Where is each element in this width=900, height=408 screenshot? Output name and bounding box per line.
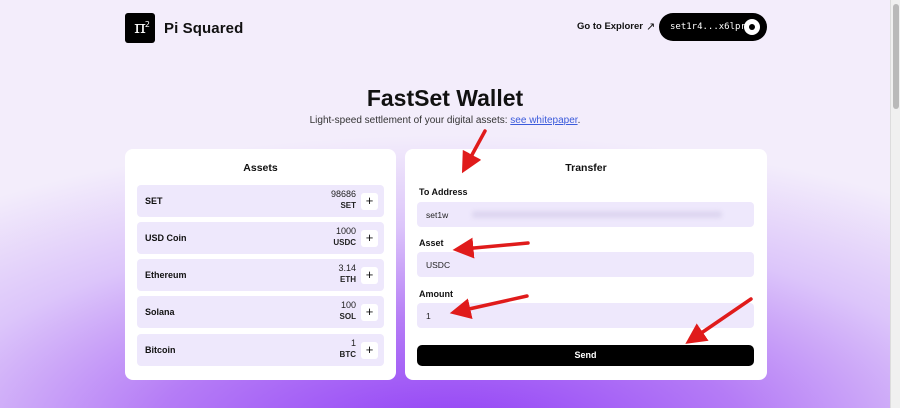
asset-symbol: SOL — [339, 312, 356, 321]
asset-amount-value: 3.14 — [338, 263, 356, 273]
amount-label: Amount — [419, 289, 453, 299]
assets-title: Assets — [243, 162, 278, 174]
asset-row-usdc[interactable]: USD Coin 1000 USDC + — [137, 222, 384, 254]
asset-row-set[interactable]: SET 98686 SET + — [137, 185, 384, 217]
scrollbar-thumb[interactable] — [893, 4, 899, 109]
asset-name: SET — [145, 196, 163, 206]
asset-amount-value: 1 — [350, 338, 356, 348]
to-address-value: set1w — [426, 210, 449, 220]
add-asset-button[interactable]: + — [361, 193, 378, 210]
amount-field[interactable]: 1 — [417, 303, 754, 328]
subtitle-end: . — [577, 115, 581, 126]
page-title: FastSet Wallet — [366, 85, 524, 111]
asset-symbol: USDC — [333, 238, 356, 247]
explorer-link[interactable]: Go to Explorer ↗ — [577, 20, 655, 33]
asset-amount: 1 BTC — [340, 338, 356, 360]
add-asset-button[interactable]: + — [361, 267, 378, 284]
subtitle-text: Light-speed settlement of your digital a… — [309, 115, 511, 126]
asset-symbol: SET — [340, 201, 356, 210]
logo[interactable]: π2 Pi Squared — [125, 13, 243, 43]
add-asset-button[interactable]: + — [361, 230, 378, 247]
to-address-field[interactable]: set1w — [417, 202, 754, 227]
asset-amount: 1000 USDC — [333, 226, 356, 248]
arrow-up-right-icon: ↗ — [645, 21, 656, 33]
add-asset-button[interactable]: + — [361, 342, 378, 359]
asset-name: USD Coin — [145, 233, 187, 243]
asset-amount: 3.14 ETH — [338, 263, 356, 285]
asset-symbol: ETH — [340, 275, 356, 284]
asset-amount: 98686 SET — [331, 189, 356, 211]
asset-name: Ethereum — [145, 270, 187, 280]
redacted-address — [472, 211, 722, 218]
send-button[interactable]: Send — [417, 345, 754, 366]
asset-amount-value: 98686 — [330, 189, 356, 199]
asset-row-sol[interactable]: Solana 100 SOL + — [137, 296, 384, 328]
asset-row-eth[interactable]: Ethereum 3.14 ETH + — [137, 259, 384, 291]
asset-amount-value: 100 — [340, 300, 356, 310]
asset-select-value: USDC — [426, 260, 451, 270]
scrollbar[interactable] — [890, 0, 900, 408]
wallet-address-button[interactable]: set1r4...x6lprc — [659, 13, 767, 41]
asset-name: Bitcoin — [145, 345, 176, 355]
asset-amount-value: 1000 — [335, 226, 356, 236]
explorer-link-label: Go to Explorer — [577, 21, 643, 32]
to-address-label: To Address — [419, 187, 468, 197]
add-asset-button[interactable]: + — [361, 304, 378, 321]
logo-superscript: 2 — [144, 20, 150, 29]
wallet-address: set1r4...x6lprc — [670, 22, 752, 32]
asset-name: Solana — [145, 307, 175, 317]
amount-value: 1 — [426, 311, 431, 321]
page-subtitle: Light-speed settlement of your digital a… — [0, 115, 890, 126]
logo-mark: π2 — [125, 13, 155, 43]
asset-label: Asset — [419, 238, 444, 248]
asset-amount: 100 SOL — [340, 300, 356, 322]
gear-icon[interactable] — [744, 19, 760, 35]
whitepaper-link[interactable]: see whitepaper — [510, 115, 577, 126]
transfer-card: Transfer To Address set1w Asset USDC Amo… — [405, 149, 767, 380]
asset-select[interactable]: USDC — [417, 252, 754, 277]
asset-row-btc[interactable]: Bitcoin 1 BTC + — [137, 334, 384, 366]
transfer-title: Transfer — [565, 162, 607, 174]
assets-card: Assets SET 98686 SET + USD Coin 1000 USDC … — [125, 149, 396, 380]
brand-name: Pi Squared — [164, 19, 244, 37]
asset-symbol: BTC — [339, 350, 356, 359]
